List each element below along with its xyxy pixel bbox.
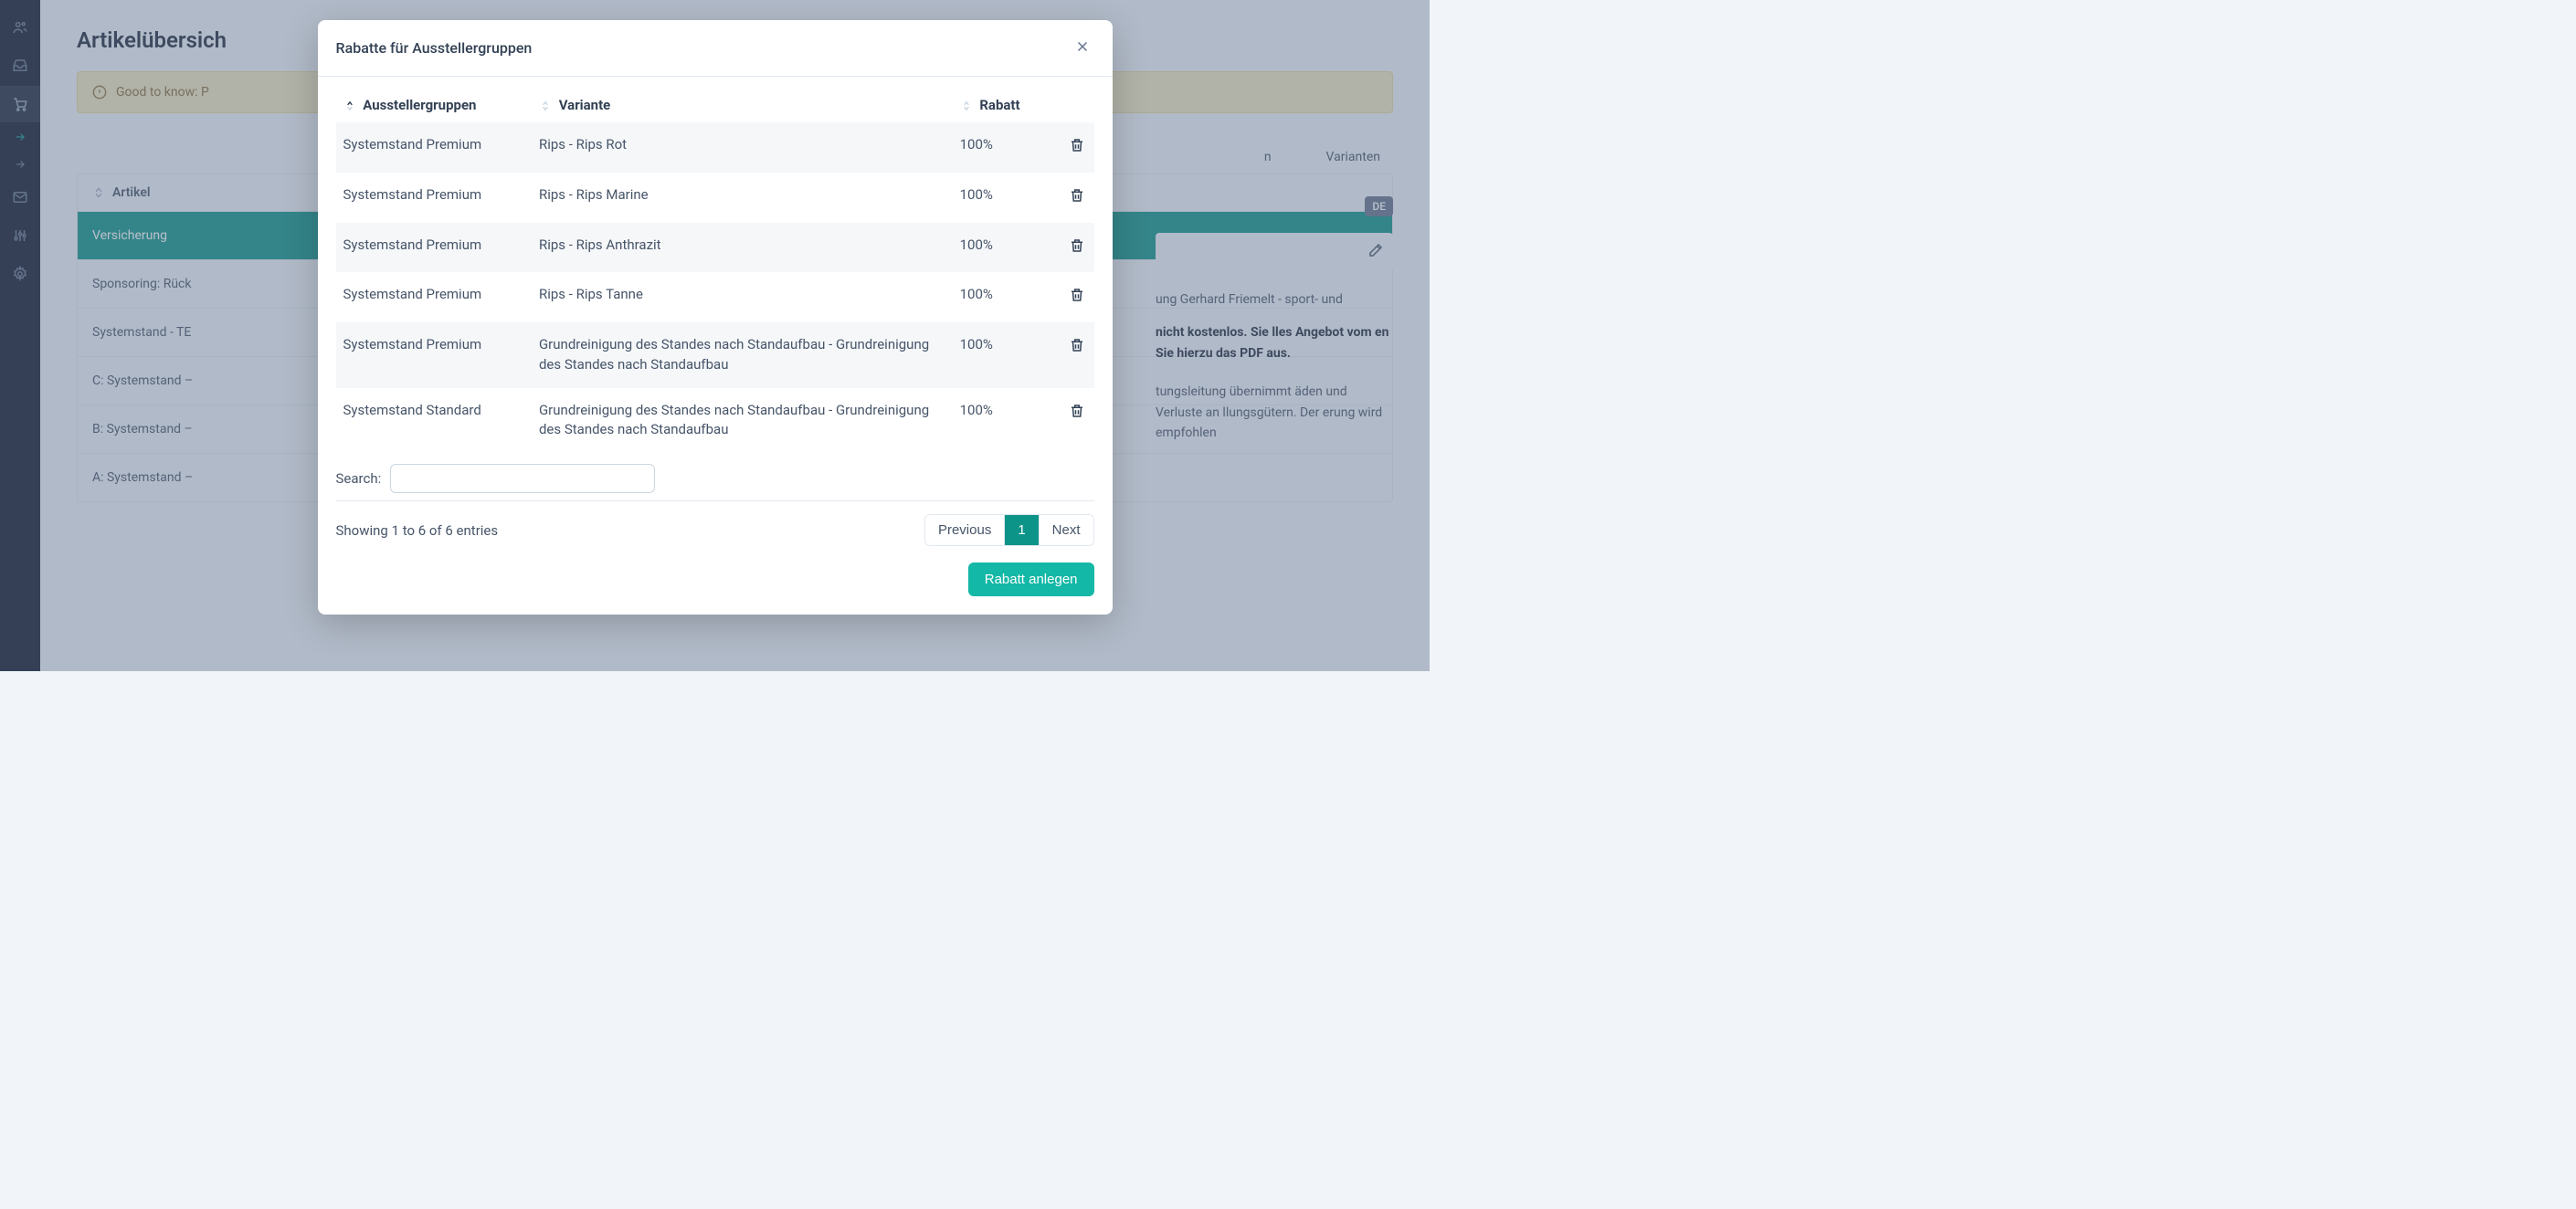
cell-variant: Grundreinigung des Standes nach Standauf… xyxy=(532,388,953,454)
cell-discount: 100% xyxy=(953,388,1049,454)
entries-info: Showing 1 to 6 of 6 entries xyxy=(336,522,499,539)
col-header-variant[interactable]: Variante xyxy=(532,88,953,122)
search-row: Search: xyxy=(336,453,1094,501)
cell-group: Systemstand Premium xyxy=(336,223,532,273)
pagination: Previous 1 Next xyxy=(924,514,1094,546)
pagination-next[interactable]: Next xyxy=(1039,515,1093,545)
cell-discount: 100% xyxy=(953,272,1049,322)
table-row: Systemstand PremiumRips - Rips Tanne100% xyxy=(336,272,1094,322)
cell-group: Systemstand Standard xyxy=(336,388,532,454)
cell-discount: 100% xyxy=(953,223,1049,273)
cell-variant: Rips - Rips Anthrazit xyxy=(532,223,953,273)
search-label: Search: xyxy=(336,470,382,487)
trash-icon xyxy=(1069,243,1085,257)
table-footer: Showing 1 to 6 of 6 entries Previous 1 N… xyxy=(336,501,1094,546)
modal-close-button[interactable] xyxy=(1071,35,1094,61)
cell-variant: Grundreinigung des Standes nach Standauf… xyxy=(532,322,953,388)
trash-icon xyxy=(1069,342,1085,356)
trash-icon xyxy=(1069,193,1085,206)
table-row: Systemstand PremiumRips - Rips Rot100% xyxy=(336,122,1094,173)
search-input[interactable] xyxy=(390,464,655,493)
table-row: Systemstand StandardGrundreinigung des S… xyxy=(336,388,1094,454)
cell-group: Systemstand Premium xyxy=(336,122,532,173)
close-icon xyxy=(1074,38,1091,55)
cell-variant: Rips - Rips Rot xyxy=(532,122,953,173)
cell-variant: Rips - Rips Tanne xyxy=(532,272,953,322)
col-label: Variante xyxy=(559,97,611,113)
pagination-previous[interactable]: Previous xyxy=(925,515,1004,545)
cell-discount: 100% xyxy=(953,122,1049,173)
discount-table: Ausstellergruppen Variante Rabatt xyxy=(336,88,1094,453)
delete-row-button[interactable] xyxy=(1067,335,1087,358)
delete-row-button[interactable] xyxy=(1067,135,1087,158)
sort-asc-icon xyxy=(343,100,356,112)
discount-modal: Rabatte für Ausstellergruppen Aussteller… xyxy=(318,20,1113,615)
delete-row-button[interactable] xyxy=(1067,236,1087,258)
delete-row-button[interactable] xyxy=(1067,401,1087,424)
modal-actions: Rabatt anlegen xyxy=(336,546,1094,596)
modal-title: Rabatte für Ausstellergruppen xyxy=(336,39,533,57)
create-discount-button[interactable]: Rabatt anlegen xyxy=(968,562,1094,596)
col-header-discount[interactable]: Rabatt xyxy=(953,88,1049,122)
cell-discount: 100% xyxy=(953,322,1049,388)
col-label: Ausstellergruppen xyxy=(363,97,476,113)
delete-row-button[interactable] xyxy=(1067,285,1087,308)
col-label: Rabatt xyxy=(979,97,1019,113)
col-header-group[interactable]: Ausstellergruppen xyxy=(336,88,532,122)
pagination-page-1[interactable]: 1 xyxy=(1004,515,1038,545)
modal-body: Ausstellergruppen Variante Rabatt xyxy=(318,77,1113,615)
modal-header: Rabatte für Ausstellergruppen xyxy=(318,20,1113,77)
delete-row-button[interactable] xyxy=(1067,185,1087,208)
sort-icon xyxy=(539,100,552,112)
sort-icon xyxy=(960,100,973,112)
cell-discount: 100% xyxy=(953,173,1049,223)
trash-icon xyxy=(1069,408,1085,422)
table-row: Systemstand PremiumGrundreinigung des St… xyxy=(336,322,1094,388)
cell-group: Systemstand Premium xyxy=(336,173,532,223)
table-row: Systemstand PremiumRips - Rips Marine100… xyxy=(336,173,1094,223)
cell-group: Systemstand Premium xyxy=(336,272,532,322)
table-row: Systemstand PremiumRips - Rips Anthrazit… xyxy=(336,223,1094,273)
cell-group: Systemstand Premium xyxy=(336,322,532,388)
trash-icon xyxy=(1069,292,1085,306)
cell-variant: Rips - Rips Marine xyxy=(532,173,953,223)
trash-icon xyxy=(1069,142,1085,156)
col-header-action xyxy=(1049,88,1094,122)
